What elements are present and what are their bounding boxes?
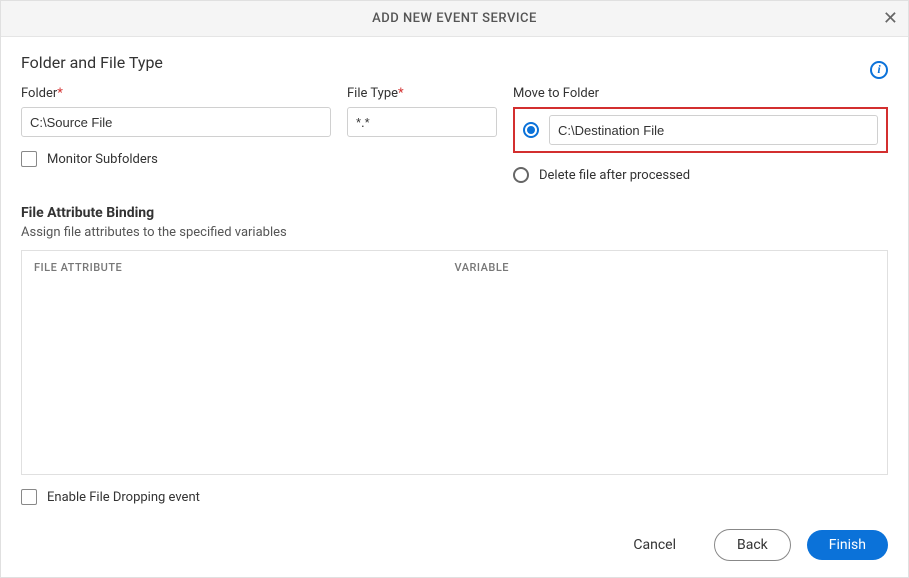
move-to-folder-input[interactable] — [549, 115, 878, 145]
binding-table-header: FILE ATTRIBUTE VARIABLE — [22, 251, 887, 284]
destination-field: Move to Folder Delete file after process… — [513, 86, 888, 183]
monitor-subfolders-label: Monitor Subfolders — [47, 152, 158, 167]
filetype-field: File Type* — [347, 86, 497, 137]
binding-title: File Attribute Binding — [21, 205, 888, 221]
monitor-subfolders-checkbox[interactable] — [21, 151, 37, 167]
section-title: Folder and File Type — [21, 53, 163, 72]
required-asterisk: * — [57, 86, 63, 101]
dialog-header: ADD NEW EVENT SERVICE ✕ — [1, 1, 908, 37]
back-button[interactable]: Back — [714, 529, 791, 561]
dialog-footer: Cancel Back Finish — [1, 519, 908, 577]
folder-label: Folder* — [21, 86, 331, 101]
delete-after-radio[interactable] — [513, 167, 529, 183]
info-icon[interactable]: i — [870, 61, 888, 79]
move-to-folder-label: Move to Folder — [513, 86, 888, 101]
col-variable: VARIABLE — [455, 261, 876, 274]
col-file-attribute: FILE ATTRIBUTE — [34, 261, 455, 274]
move-to-folder-radio[interactable] — [523, 122, 539, 138]
filetype-input[interactable] — [347, 107, 497, 137]
required-asterisk: * — [398, 86, 404, 101]
dialog-title: ADD NEW EVENT SERVICE — [372, 11, 537, 26]
dialog-body: Folder and File Type i Folder* Monitor S… — [1, 37, 908, 519]
file-attribute-binding-section: File Attribute Binding Assign file attri… — [21, 205, 888, 475]
delete-after-label: Delete file after processed — [539, 168, 690, 183]
close-icon[interactable]: ✕ — [883, 10, 898, 28]
filetype-label: File Type* — [347, 86, 497, 101]
monitor-subfolders-row: Monitor Subfolders — [21, 151, 331, 167]
enable-file-dropping-checkbox[interactable] — [21, 489, 37, 505]
move-to-folder-highlight — [513, 107, 888, 153]
fields-row: Folder* Monitor Subfolders File Type* Mo… — [21, 86, 888, 183]
delete-after-row: Delete file after processed — [513, 167, 888, 183]
binding-table-body — [22, 284, 887, 474]
enable-file-dropping-row: Enable File Dropping event — [21, 489, 888, 505]
folder-input[interactable] — [21, 107, 331, 137]
cancel-button[interactable]: Cancel — [611, 530, 698, 560]
add-event-service-dialog: ADD NEW EVENT SERVICE ✕ Folder and File … — [0, 0, 909, 578]
finish-button[interactable]: Finish — [807, 530, 888, 560]
binding-desc: Assign file attributes to the specified … — [21, 225, 888, 240]
section-header-row: Folder and File Type i — [21, 53, 888, 86]
binding-table: FILE ATTRIBUTE VARIABLE — [21, 250, 888, 475]
folder-field: Folder* Monitor Subfolders — [21, 86, 331, 167]
enable-file-dropping-label: Enable File Dropping event — [47, 490, 200, 505]
